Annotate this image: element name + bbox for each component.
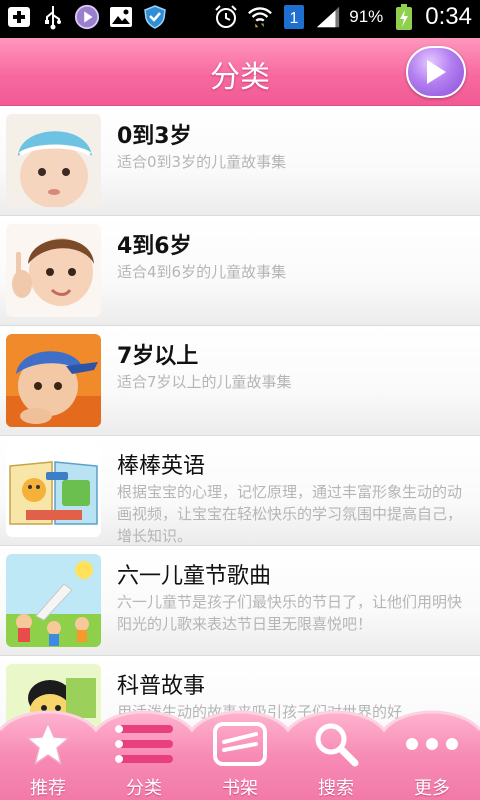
clock: 0:34 xyxy=(425,3,472,30)
category-description: 适合0到3岁的儿童故事集 xyxy=(117,153,287,171)
list-icon xyxy=(115,725,173,763)
list-item[interactable]: 7岁以上 适合7岁以上的儿童故事集 xyxy=(0,326,480,436)
list-item[interactable]: 0到3岁 适合0到3岁的儿童故事集 xyxy=(0,106,480,216)
bookshelf-icon xyxy=(213,722,267,766)
more-icon xyxy=(406,738,458,750)
thumbnail-english-book xyxy=(6,444,101,537)
image-icon xyxy=(108,4,134,30)
tab-label: 搜索 xyxy=(318,778,354,799)
list-item[interactable]: 4到6岁 适合4到6岁的儿童故事集 xyxy=(0,216,480,326)
tab-label: 分类 xyxy=(126,778,162,799)
shield-icon xyxy=(142,4,168,30)
tab-search[interactable]: 搜索 xyxy=(288,718,384,800)
tab-label: 书架 xyxy=(222,778,258,799)
thumbnail-baby-blue-hat xyxy=(6,114,101,207)
tab-label: 更多 xyxy=(414,778,450,799)
list-item[interactable]: 棒棒英语 根据宝宝的心理，记忆原理，通过丰富形象生动的动画视频，让宝宝在轻松快乐… xyxy=(0,436,480,546)
tab-label: 推荐 xyxy=(30,778,66,799)
bottom-nav: 推荐 分类 书架 搜索 更多 xyxy=(0,700,480,800)
media-play-icon xyxy=(74,4,100,30)
category-title: 科普故事 xyxy=(117,674,206,699)
category-description: 适合4到6岁的儿童故事集 xyxy=(117,263,287,281)
usb-icon xyxy=(40,4,66,30)
tab-more[interactable]: 更多 xyxy=(384,718,480,800)
wifi-icon xyxy=(247,4,273,30)
category-description: 适合7岁以上的儿童故事集 xyxy=(117,373,292,391)
alarm-icon xyxy=(213,4,239,30)
thumbnail-boy-blue-cap xyxy=(6,334,101,427)
tab-bookshelf[interactable]: 书架 xyxy=(192,718,288,800)
add-icon xyxy=(6,4,32,30)
star-icon xyxy=(26,722,70,765)
sim-1-icon: 1 xyxy=(281,4,307,30)
category-title: 7岁以上 xyxy=(117,344,199,369)
now-playing-button[interactable] xyxy=(406,46,466,98)
tab-recommend[interactable]: 推荐 xyxy=(0,718,96,800)
thumbnail-toddler-girl xyxy=(6,224,101,317)
category-title: 0到3岁 xyxy=(117,124,192,149)
sim-slot-label: 1 xyxy=(290,10,299,27)
category-title: 棒棒英语 xyxy=(117,454,206,479)
header-bar: 分类 xyxy=(0,38,480,106)
category-list[interactable]: 0到3岁 适合0到3岁的儿童故事集 4到6岁 适合4到6岁的儿童故事集 7岁以上… xyxy=(0,106,480,766)
tab-categories[interactable]: 分类 xyxy=(96,718,192,800)
list-item[interactable]: 六一儿童节歌曲 六一儿童节是孩子们最快乐的节日了，让他们用明快阳光的儿歌来表达节… xyxy=(0,546,480,656)
category-title: 4到6岁 xyxy=(117,234,192,259)
thumbnail-kids-playground xyxy=(6,554,101,647)
category-description: 根据宝宝的心理，记忆原理，通过丰富形象生动的动画视频，让宝宝在轻松快乐的学习氛围… xyxy=(117,483,463,545)
category-title: 六一儿童节歌曲 xyxy=(117,564,272,589)
status-bar: 1 91% 0:34 xyxy=(0,0,480,38)
battery-percent: 91% xyxy=(349,7,384,26)
signal-icon xyxy=(315,4,341,30)
category-description: 六一儿童节是孩子们最快乐的节日了，让他们用明快阳光的儿歌来表达节日里无限喜悦吧！ xyxy=(117,593,463,633)
battery-icon xyxy=(391,4,417,30)
play-icon xyxy=(427,60,446,84)
search-icon xyxy=(315,723,359,767)
